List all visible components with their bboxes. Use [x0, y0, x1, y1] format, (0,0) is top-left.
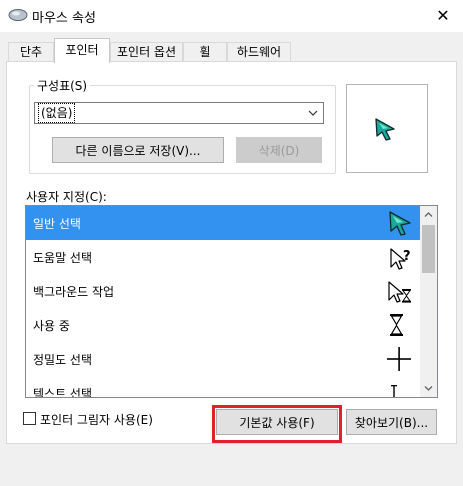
- list-vertical-scrollbar[interactable]: [420, 206, 437, 397]
- pointer-shadow-checkbox[interactable]: [23, 412, 36, 425]
- list-item[interactable]: 정밀도 선택: [26, 342, 420, 376]
- tab-label: 단추: [19, 45, 43, 59]
- highlight-box: [212, 405, 342, 443]
- tab-hardware[interactable]: 하드웨어: [227, 42, 291, 62]
- customize-label: 사용자 지정(C):: [26, 190, 107, 204]
- working-in-background-cursor-icon: [386, 277, 414, 305]
- tab-label: 휠: [199, 45, 211, 59]
- tab-label: 포인터: [65, 43, 99, 57]
- tab-pointers[interactable]: 포인터: [54, 38, 110, 63]
- list-item-label: 일반 선택: [33, 217, 81, 231]
- normal-select-cursor-icon: [386, 209, 414, 237]
- list-item[interactable]: 사용 중: [26, 308, 420, 342]
- close-button[interactable]: ✕: [423, 0, 463, 30]
- list-item-label: 정밀도 선택: [33, 353, 93, 367]
- scheme-selected-value: (없음): [37, 103, 76, 123]
- title-bar: 마우스 속성 ✕: [0, 0, 463, 32]
- delete-scheme-button[interactable]: 삭제(D): [236, 137, 322, 163]
- list-item[interactable]: 도움말 선택 ?: [26, 240, 420, 274]
- mouse-icon: [8, 8, 28, 22]
- list-item-label: 도움말 선택: [33, 251, 93, 265]
- tab-label: 포인터 옵션: [116, 45, 176, 59]
- list-item-label: 백그라운드 작업: [33, 285, 115, 299]
- close-icon: ✕: [436, 5, 450, 25]
- list-item-label: 사용 중: [33, 319, 70, 333]
- chevron-down-icon: [306, 105, 320, 121]
- scheme-combobox[interactable]: (없음): [34, 102, 324, 124]
- scroll-thumb[interactable]: [422, 225, 435, 273]
- busy-hourglass-cursor-icon: [386, 311, 414, 339]
- scheme-label: 구성표(S): [34, 77, 91, 94]
- list-item[interactable]: 텍스트 선택: [26, 376, 420, 397]
- browse-button[interactable]: 찾아보기(B)...: [346, 409, 437, 435]
- list-item[interactable]: 일반 선택: [26, 206, 420, 240]
- cursor-list-items: 일반 선택 도움말 선택 ? 백그라운드 작업 사용 중 정밀도 선택 텍스트 …: [26, 206, 420, 397]
- tab-wheel[interactable]: 휠: [183, 42, 227, 62]
- list-item-label: 텍스트 선택: [33, 387, 93, 397]
- normal-select-cursor-icon: [373, 117, 397, 141]
- tab-strip: 단추 포인터 포인터 옵션 휠 하드웨어: [0, 38, 463, 63]
- help-select-cursor-icon: ?: [386, 243, 414, 271]
- list-item[interactable]: 백그라운드 작업: [26, 274, 420, 308]
- cursor-list[interactable]: 일반 선택 도움말 선택 ? 백그라운드 작업 사용 중 정밀도 선택 텍스트 …: [25, 205, 438, 398]
- precision-select-crosshair-icon: [386, 345, 414, 373]
- text-select-ibeam-icon: [386, 379, 414, 397]
- pointer-shadow-label: 포인터 그림자 사용(E): [40, 413, 153, 427]
- tab-pointer-options[interactable]: 포인터 옵션: [110, 42, 183, 62]
- cursor-preview: [346, 84, 428, 173]
- tab-buttons[interactable]: 단추: [8, 42, 54, 62]
- scroll-up-icon[interactable]: [420, 206, 437, 223]
- tab-label: 하드웨어: [236, 45, 282, 59]
- save-as-button[interactable]: 다른 이름으로 저장(V)...: [52, 137, 224, 163]
- svg-text:?: ?: [403, 249, 411, 264]
- window-title: 마우스 속성: [32, 11, 96, 26]
- scroll-down-icon[interactable]: [420, 380, 437, 397]
